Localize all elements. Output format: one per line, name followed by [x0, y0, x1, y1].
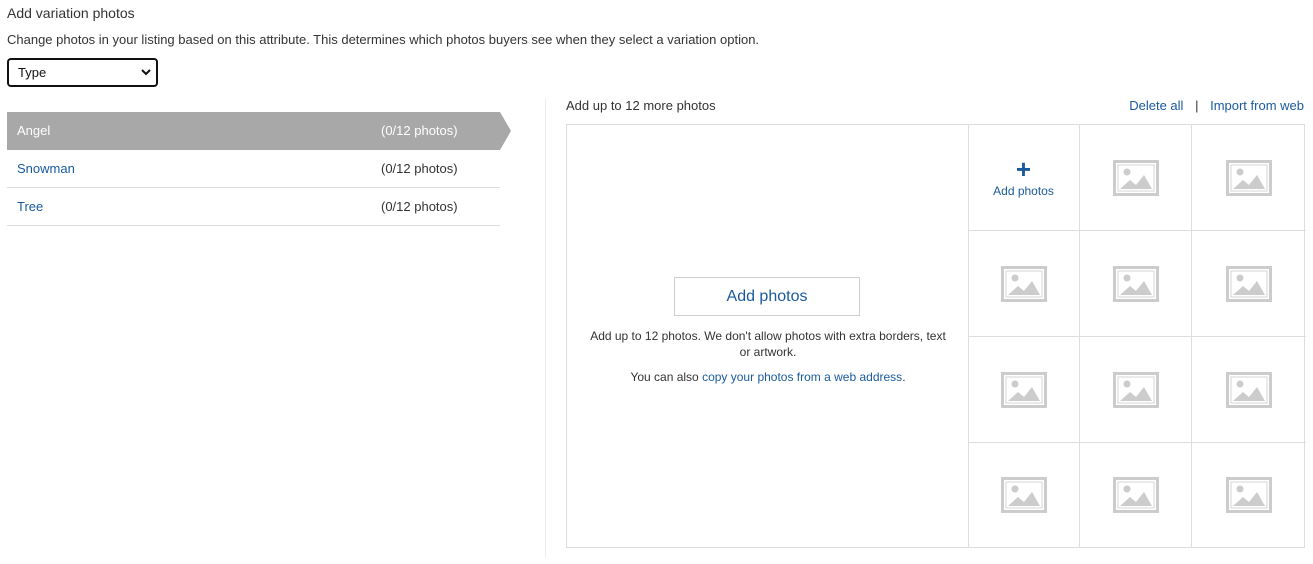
image-placeholder-icon: [1000, 265, 1047, 302]
chevron-down-icon: [141, 69, 151, 76]
photo-drop-zone[interactable]: Add photos Add up to 12 photos. We don't…: [567, 125, 969, 547]
variation-name: Tree: [17, 199, 44, 214]
add-photos-slot-label: Add photos: [993, 183, 1054, 198]
import-from-web-link[interactable]: Import from web: [1210, 98, 1304, 113]
variation-photo-count: (0/12 photos): [381, 123, 458, 138]
panel-divider: [545, 98, 546, 558]
selected-arrow: [500, 112, 511, 150]
variation-photo-count: (0/12 photos): [381, 199, 458, 214]
image-placeholder-icon: [1112, 477, 1159, 513]
photo-slot[interactable]: [968, 231, 1080, 337]
image-placeholder-icon: [1112, 159, 1159, 196]
image-placeholder-icon: [1112, 371, 1159, 408]
page-description: Change photos in your listing based on t…: [7, 32, 760, 47]
photo-slot[interactable]: [1192, 443, 1306, 547]
photo-slot[interactable]: [968, 443, 1080, 547]
photo-slot[interactable]: [1080, 443, 1192, 547]
attribute-select[interactable]: Type: [7, 58, 158, 87]
variation-item-snowman[interactable]: Snowman (0/12 photos): [7, 150, 500, 188]
photo-grid: Add photos Add up to 12 photos. We don't…: [566, 124, 1306, 548]
variation-item-tree[interactable]: Tree (0/12 photos): [7, 188, 500, 226]
image-placeholder-icon: [1000, 371, 1047, 408]
add-photos-button[interactable]: Add photos: [674, 277, 860, 316]
page-title: Add variation photos: [7, 5, 135, 21]
copy-photos-link[interactable]: copy your photos from a web address: [702, 370, 902, 384]
image-placeholder-icon: [1000, 477, 1047, 513]
variation-list: Angel (0/12 photos) Snowman (0/12 photos…: [7, 112, 511, 226]
copy-photos-note: You can also copy your photos from a web…: [587, 370, 949, 384]
image-placeholder-icon: [1226, 371, 1272, 408]
image-placeholder-icon: [1226, 159, 1272, 196]
variation-photo-count: (0/12 photos): [381, 161, 458, 176]
image-placeholder-icon: [1112, 265, 1159, 302]
link-separator: |: [1195, 98, 1199, 113]
attribute-select-value: Type: [18, 65, 47, 80]
variation-name: Angel: [17, 123, 51, 138]
photo-slot[interactable]: [1192, 231, 1306, 337]
image-placeholder-icon: [1226, 477, 1272, 513]
add-photos-slot[interactable]: + Add photos: [968, 125, 1080, 231]
variation-name: Snowman: [17, 161, 75, 176]
delete-all-link[interactable]: Delete all: [1129, 98, 1183, 113]
copy-photos-prefix: You can also: [630, 370, 703, 384]
photo-slot[interactable]: [1080, 231, 1192, 337]
add-more-photos-label: Add up to 12 more photos: [566, 98, 716, 113]
photo-slot[interactable]: [968, 337, 1080, 443]
photo-slot[interactable]: [1192, 337, 1306, 443]
variation-item-angel[interactable]: Angel (0/12 photos): [7, 112, 511, 150]
photo-slot[interactable]: [1192, 125, 1306, 231]
photo-actions: Delete all | Import from web: [1129, 98, 1304, 113]
photo-slot[interactable]: [1080, 337, 1192, 443]
image-placeholder-icon: [1226, 265, 1272, 302]
plus-icon: +: [1015, 153, 1032, 184]
photo-slot[interactable]: [1080, 125, 1192, 231]
photo-requirements-note: Add up to 12 photos. We don't allow phot…: [590, 329, 946, 359]
copy-photos-suffix: .: [902, 370, 906, 384]
